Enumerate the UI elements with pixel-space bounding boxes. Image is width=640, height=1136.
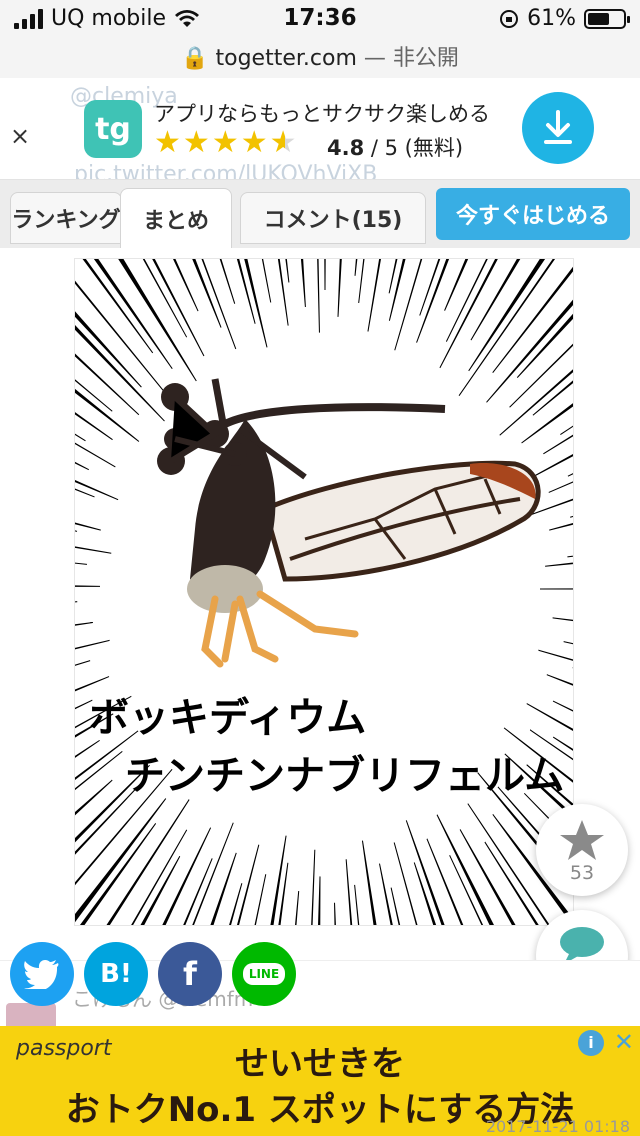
star-icon: ★ xyxy=(154,125,181,160)
start-now-button[interactable]: 今すぐはじめる xyxy=(436,188,630,240)
hatena-bookmark-button[interactable]: B! xyxy=(84,942,148,1006)
status-bar: UQ mobile 17:36 61% 🔒 togetter.com — 非公開 xyxy=(0,0,640,78)
post-timestamp: 2017-11-21 01:18 xyxy=(485,1117,630,1136)
tab-bar: ランキング まとめ コメント(15) 今すぐはじめる xyxy=(0,180,640,248)
treehopper-insect-image xyxy=(157,378,541,668)
banner-title: アプリならもっとサクサク楽しめる xyxy=(154,102,490,126)
app-install-banner: @clemiya pic.twitter.com/lUKOVhViXB × tg… xyxy=(0,78,640,180)
lock-icon: 🔒 xyxy=(181,46,209,71)
tab-comments[interactable]: コメント(15) xyxy=(240,192,426,244)
rating-suffix: / 5 (無料) xyxy=(364,136,464,160)
ad-headline: せいせきを xyxy=(235,1044,405,1084)
rating-text: 4.8 / 5 (無料) xyxy=(327,132,463,162)
address-bar[interactable]: 🔒 togetter.com — 非公開 xyxy=(0,40,640,72)
meme-text-line2: チンチンナブリフェルム xyxy=(125,753,565,799)
star-icon xyxy=(560,820,604,860)
app-icon: tg xyxy=(84,100,142,158)
download-icon xyxy=(544,110,572,144)
tab-ranking[interactable]: ランキング xyxy=(10,192,122,244)
favorite-button[interactable]: 53 xyxy=(536,804,628,896)
rating-value: 4.8 xyxy=(327,136,365,160)
star-icon: ★ xyxy=(211,125,239,160)
line-share-button[interactable]: LINE xyxy=(232,942,296,1006)
orientation-lock-icon xyxy=(500,9,519,28)
favorite-count: 53 xyxy=(569,862,595,884)
download-button[interactable] xyxy=(522,92,594,164)
tab-matome[interactable]: まとめ xyxy=(120,188,232,248)
system-indicators: 61% xyxy=(499,6,630,31)
line-logo-icon: LINE xyxy=(242,963,286,985)
battery-percent: 61% xyxy=(527,6,576,31)
rating-stars: ★ ★ ★ ★ ★ xyxy=(154,128,297,158)
private-label: — 非公開 xyxy=(363,46,459,71)
tweet-image[interactable]: ボッキディウム チンチンナブリフェルム xyxy=(74,258,574,926)
star-icon: ★ xyxy=(182,125,210,160)
twitter-share-button[interactable] xyxy=(10,942,74,1006)
battery-icon xyxy=(584,8,630,29)
meme-text-line1: ボッキディウム xyxy=(89,695,367,741)
facebook-share-button[interactable]: f xyxy=(158,942,222,1006)
ad-close-icon[interactable]: ✕ xyxy=(614,1028,634,1056)
ad-banner[interactable]: passport せいせきを おトクNo.1 スポットにする方法 i ✕ 201… xyxy=(0,1026,640,1136)
star-icon: ★ xyxy=(240,125,268,160)
half-star-icon: ★ xyxy=(269,125,297,160)
url-text: togetter.com xyxy=(215,46,357,71)
ad-info-icon[interactable]: i xyxy=(578,1030,604,1056)
twitter-bird-icon xyxy=(24,960,59,989)
ghost-link: pic.twitter.com/lUKOVhViXB xyxy=(74,162,378,180)
close-banner-button[interactable]: × xyxy=(10,122,30,150)
